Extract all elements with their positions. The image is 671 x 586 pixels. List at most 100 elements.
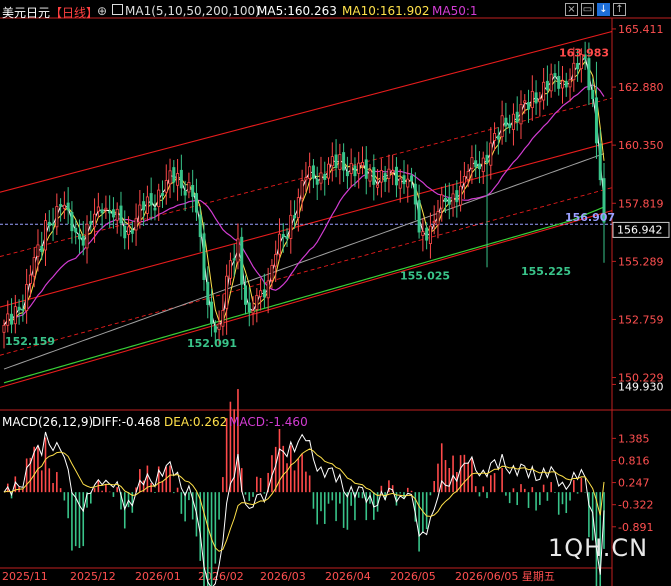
candle-body xyxy=(515,111,519,123)
candle-body xyxy=(104,207,108,211)
ma10-line xyxy=(3,60,605,326)
price-tick-label: 157.819 xyxy=(618,197,664,210)
candle-body xyxy=(28,274,32,284)
candle-body xyxy=(138,204,142,223)
candle-body xyxy=(428,225,432,245)
date-tick-label: 2026/04 xyxy=(325,570,371,583)
candle-body xyxy=(500,115,504,138)
ma-title: MA1(5,10,50,200,100) xyxy=(125,4,260,18)
candle-body xyxy=(47,221,51,227)
candle-body xyxy=(538,98,542,103)
macd-tick-label: 0.816 xyxy=(618,454,650,467)
candle-body xyxy=(466,171,470,180)
macd-tick-label: -0.322 xyxy=(618,499,653,512)
candle-body xyxy=(164,180,168,193)
candle-body xyxy=(511,113,515,130)
candle-body xyxy=(160,193,164,196)
low-annotation-4: 155.225 xyxy=(521,265,571,278)
candle-body xyxy=(496,135,500,140)
ma-checkbox-icon[interactable] xyxy=(112,4,123,15)
candle-body xyxy=(210,301,214,324)
candle-body xyxy=(394,166,398,186)
candle-body xyxy=(36,244,40,257)
candle-body xyxy=(21,308,25,311)
candle-body xyxy=(25,284,29,312)
close-icon[interactable]: × xyxy=(565,3,578,16)
cursor-annotation: 156.907 xyxy=(565,211,615,224)
restore-icon[interactable]: ▭ xyxy=(581,3,594,16)
candle-body xyxy=(40,245,44,252)
candle-body xyxy=(228,260,232,279)
candle-body xyxy=(10,313,14,325)
high-annotation: 163.983 xyxy=(559,47,609,60)
ma200-line xyxy=(3,206,605,384)
candle-body xyxy=(153,207,157,211)
channel-lower-line xyxy=(0,210,613,388)
candle-body xyxy=(406,178,410,188)
candle-body xyxy=(398,178,402,189)
candle-body xyxy=(311,165,315,179)
macd-diff-value: DIFF:-0.468 xyxy=(92,415,161,429)
candle-body xyxy=(255,294,259,310)
candle-body xyxy=(206,281,210,306)
candle-body xyxy=(123,225,127,239)
candle-body xyxy=(364,159,368,179)
low-annotation-1: 152.159 xyxy=(5,335,55,348)
symbol-title: 美元日元 xyxy=(2,6,51,20)
candle-body xyxy=(179,169,183,189)
candle-body xyxy=(357,162,361,174)
candle-body xyxy=(266,280,270,299)
period-label[interactable]: 【日线】 xyxy=(50,4,98,21)
settings-icon[interactable]: ⊕ xyxy=(97,4,107,18)
candle-body xyxy=(425,227,429,241)
up-icon[interactable]: ↑ xyxy=(613,3,626,16)
price-tick-label: 155.289 xyxy=(618,255,664,268)
candle-body xyxy=(300,180,304,199)
candle-body xyxy=(315,178,319,185)
current-price-label: 156.942 xyxy=(617,223,663,236)
candle-body xyxy=(327,163,331,179)
candle-body xyxy=(576,63,580,70)
candle-body xyxy=(451,193,455,208)
candle-body xyxy=(545,80,549,91)
candle-body xyxy=(270,265,274,281)
download-icon[interactable]: ↓ xyxy=(597,3,610,16)
candle-body xyxy=(345,171,349,177)
candle-body xyxy=(194,193,198,213)
candle-body xyxy=(32,257,36,277)
candle-body xyxy=(66,202,70,211)
candle-body xyxy=(447,197,451,205)
price-tick-label: 152.759 xyxy=(618,313,664,326)
candle-body xyxy=(553,73,557,77)
candle-body xyxy=(560,80,564,89)
candle-body xyxy=(130,229,134,234)
date-tick-label: 2026/03 xyxy=(260,570,306,583)
candle-body xyxy=(96,206,100,212)
candle-body xyxy=(115,208,119,221)
candle-body xyxy=(59,204,63,207)
candle-body xyxy=(247,302,251,313)
macd-title: MACD(26,12,9) xyxy=(2,415,94,429)
watermark-logo: 1QH.CN xyxy=(548,534,649,562)
candle-body xyxy=(523,100,527,104)
candle-body xyxy=(217,323,221,331)
price-tick-label: 162.880 xyxy=(618,81,664,94)
candle-body xyxy=(119,205,123,224)
candle-body xyxy=(308,166,312,179)
candle-body xyxy=(432,220,436,224)
candle-body xyxy=(493,133,497,141)
candle-body xyxy=(44,220,48,251)
candle-body xyxy=(383,173,387,182)
ma10-value: MA10:161.902 xyxy=(342,4,430,18)
macd-macd-value: MACD:-1.460 xyxy=(229,415,308,429)
candle-body xyxy=(274,254,278,267)
candle-body xyxy=(519,103,523,125)
candle-body xyxy=(598,143,602,181)
ma5-line xyxy=(3,55,605,329)
low-annotation-2: 152.091 xyxy=(187,337,237,350)
candle-body xyxy=(221,310,225,327)
candle-body xyxy=(568,79,572,88)
candle-body xyxy=(85,223,89,249)
macd-tick-label: -0.891 xyxy=(618,521,653,534)
candle-body xyxy=(293,215,297,219)
